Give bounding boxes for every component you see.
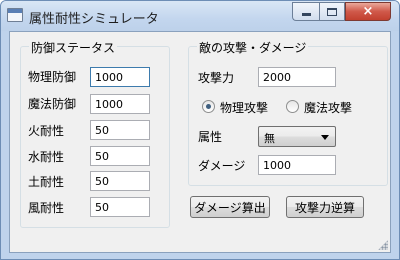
- water-resistance-label: 水耐性: [28, 150, 65, 164]
- magic-attack-radio[interactable]: [286, 100, 299, 113]
- damage-input[interactable]: [258, 155, 336, 175]
- water-resistance-input[interactable]: [90, 146, 150, 166]
- earth-resistance-input[interactable]: [90, 171, 150, 191]
- damage-label: ダメージ: [198, 159, 246, 173]
- earth-resistance-label: 土耐性: [28, 175, 65, 189]
- attack-power-label: 攻撃力: [198, 71, 235, 85]
- reverse-attack-button[interactable]: 攻撃力逆算: [286, 196, 364, 218]
- form-client-area: 防御ステータス 物理防御 魔法防御 火耐性 水耐性 土耐性 風耐性 敵の攻撃・ダ…: [9, 31, 391, 253]
- magic-attack-label[interactable]: 魔法攻撃: [304, 99, 352, 116]
- close-button[interactable]: ×: [345, 2, 391, 21]
- wind-resistance-input[interactable]: [90, 197, 150, 217]
- magic-defense-input[interactable]: [90, 94, 150, 114]
- app-window: 属性耐性シミュレータ × 防御ステータス 物理防御 魔法防御 火耐性 水耐性 土…: [0, 0, 400, 260]
- resize-grip[interactable]: [378, 240, 388, 250]
- app-window-icon: [7, 8, 23, 22]
- magic-defense-label: 魔法防御: [28, 97, 77, 111]
- calc-damage-button[interactable]: ダメージ算出: [190, 196, 270, 218]
- attack-group-title: 敵の攻撃・ダメージ: [197, 39, 309, 56]
- element-select-value: 無: [264, 132, 275, 145]
- wind-resistance-label: 風耐性: [28, 201, 65, 215]
- physical-defense-input[interactable]: [90, 67, 150, 87]
- element-label: 属性: [198, 130, 223, 144]
- physical-attack-radio[interactable]: [202, 100, 215, 113]
- fire-resistance-label: 火耐性: [28, 124, 65, 138]
- physical-defense-label: 物理防御: [28, 70, 77, 84]
- minimize-icon: [301, 13, 311, 16]
- defense-group-title: 防御ステータス: [29, 39, 118, 56]
- element-select[interactable]: 無: [258, 126, 336, 147]
- close-icon: ×: [362, 4, 374, 19]
- maximize-button[interactable]: [319, 2, 345, 21]
- window-title: 属性耐性シミュレータ: [29, 12, 159, 27]
- fire-resistance-input[interactable]: [90, 120, 150, 140]
- chevron-down-icon: [321, 135, 329, 140]
- maximize-icon: [327, 7, 337, 16]
- physical-attack-label[interactable]: 物理攻撃: [220, 99, 268, 116]
- title-bar[interactable]: 属性耐性シミュレータ ×: [1, 1, 399, 31]
- attack-power-input[interactable]: [258, 67, 336, 87]
- minimize-button[interactable]: [292, 2, 319, 21]
